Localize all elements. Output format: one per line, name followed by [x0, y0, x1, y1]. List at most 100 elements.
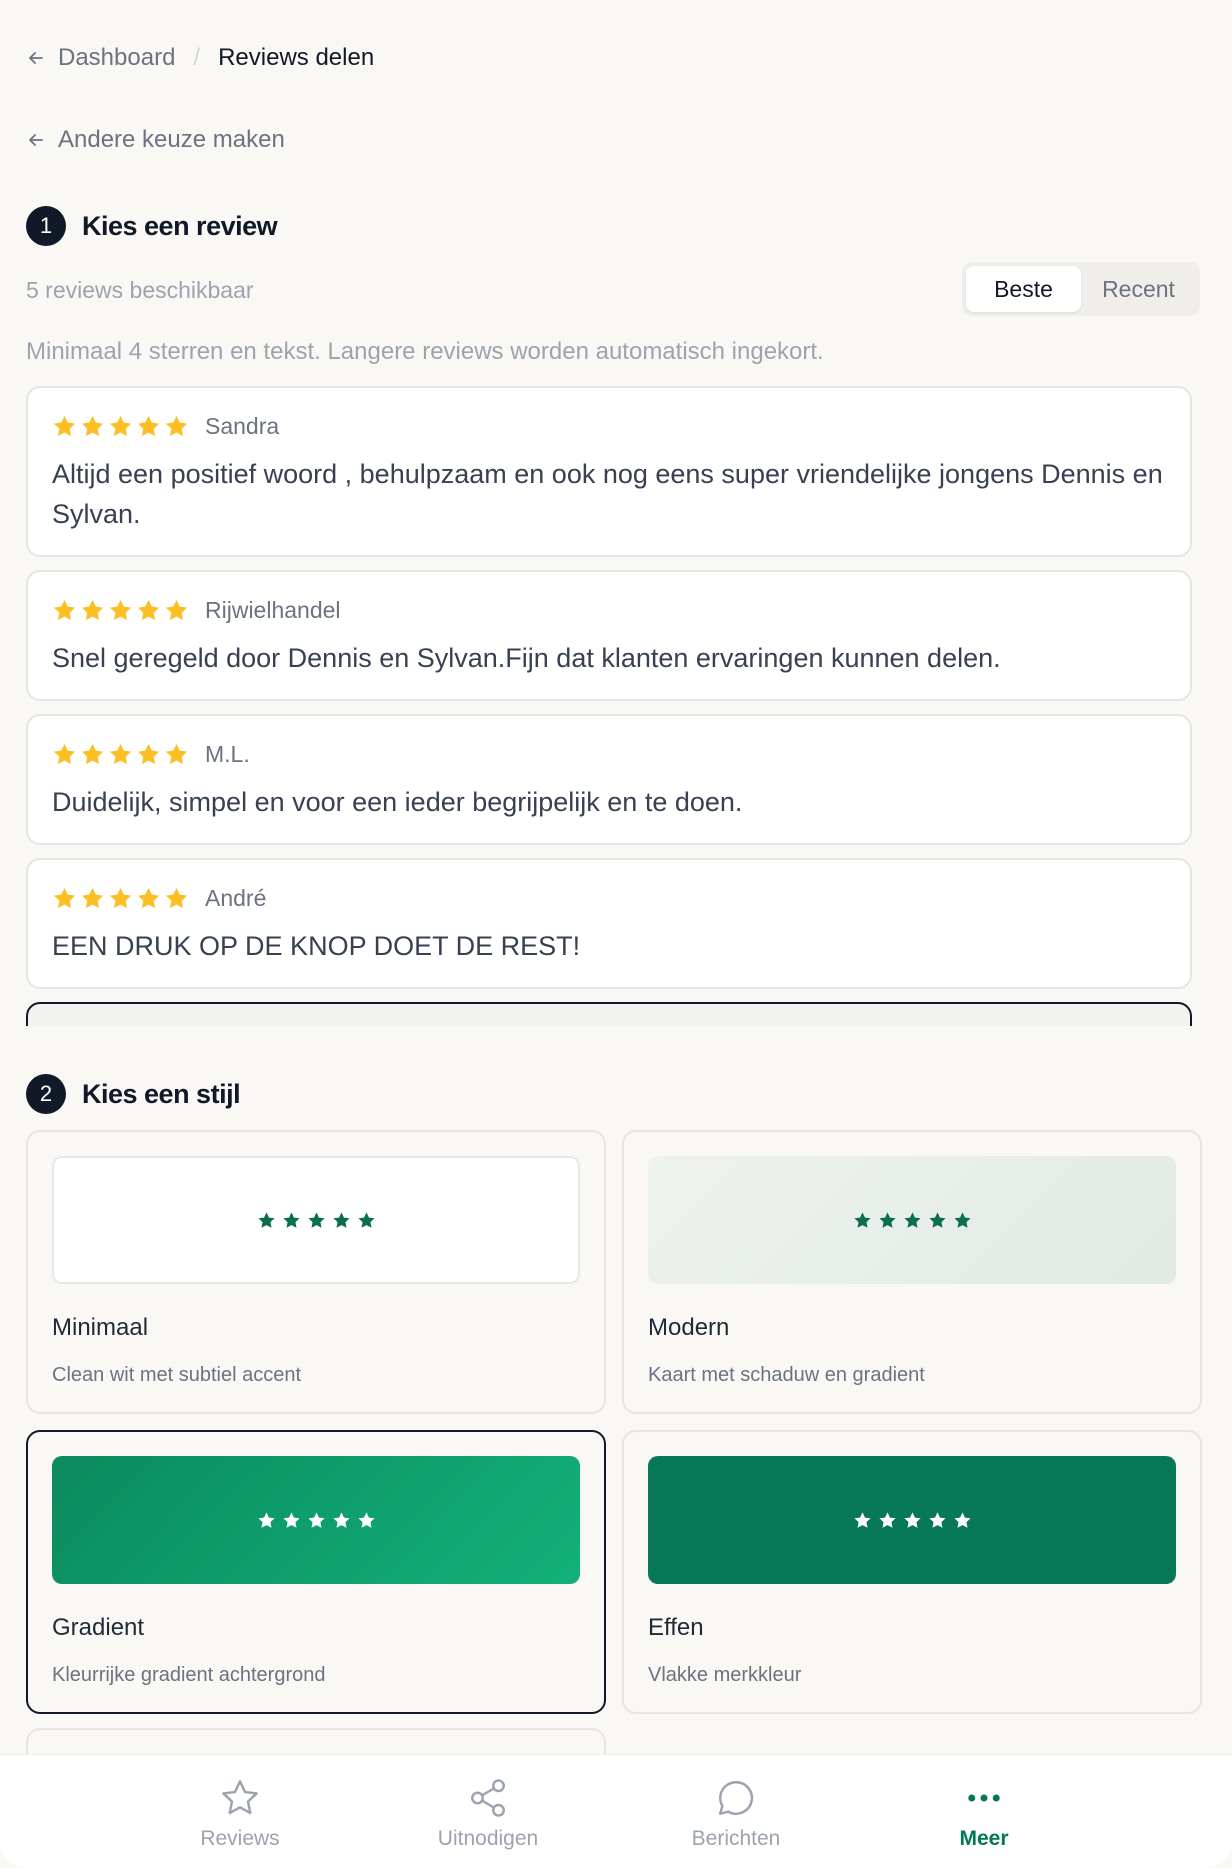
star-icon — [108, 742, 133, 767]
star-icon — [357, 1211, 376, 1230]
review-text: Snel geregeld door Dennis en Sylvan.Fijn… — [52, 643, 1001, 673]
star-icon — [52, 886, 77, 911]
star-icon — [257, 1511, 276, 1530]
style-option-gradient[interactable]: Gradient Kleurrijke gradient achtergrond — [26, 1430, 606, 1714]
star-icon — [80, 414, 105, 439]
style-name: Effen — [648, 1614, 704, 1641]
reviewer-name: Sandra — [205, 412, 280, 439]
reviewer-name: Rijwielhandel — [205, 596, 341, 623]
rating-stars — [52, 742, 189, 767]
reviews-available-count: 5 reviews beschikbaar — [26, 277, 254, 303]
review-criteria-hint: Minimaal 4 sterren en tekst. Langere rev… — [26, 338, 824, 365]
star-icon — [257, 1211, 276, 1230]
star-icon — [80, 598, 105, 623]
style-option-modern[interactable]: Modern Kaart met schaduw en gradient — [622, 1130, 1202, 1414]
chat-icon — [715, 1777, 757, 1819]
breadcrumb-dashboard-link[interactable]: Dashboard — [58, 44, 175, 72]
star-icon — [136, 742, 161, 767]
review-list: Sandra Altijd een positief woord , behul… — [26, 386, 1192, 1026]
star-icon — [136, 886, 161, 911]
reviewer-name: M.L. — [205, 740, 250, 767]
nav-label: Uitnodigen — [437, 1827, 539, 1850]
star-icon — [108, 886, 133, 911]
star-icon — [853, 1511, 872, 1530]
star-icon — [164, 886, 189, 911]
review-card-selected[interactable] — [26, 1002, 1192, 1026]
share-reviews-page: Dashboard / Reviews delen Andere keuze m… — [0, 0, 1232, 1868]
back-choice-link[interactable]: Andere keuze maken — [26, 126, 285, 154]
star-icon — [80, 742, 105, 767]
sort-toggle: Beste Recent — [962, 262, 1200, 316]
star-icon — [878, 1511, 897, 1530]
style-name: Minimaal — [52, 1314, 149, 1341]
style-preview — [52, 1456, 580, 1584]
nav-reviews[interactable]: Reviews — [160, 1755, 320, 1868]
style-option-flat[interactable]: Effen Vlakke merkkleur — [622, 1430, 1202, 1714]
star-icon — [136, 598, 161, 623]
style-preview — [52, 1156, 580, 1284]
nav-label: Meer — [959, 1827, 1009, 1850]
review-text: Altijd een positief woord , behulpzaam e… — [52, 459, 1163, 529]
rating-stars — [52, 598, 189, 623]
star-icon — [164, 414, 189, 439]
star-icon — [108, 414, 133, 439]
star-icon — [928, 1211, 947, 1230]
rating-stars — [52, 414, 189, 439]
star-icon — [307, 1211, 326, 1230]
star-icon — [282, 1511, 301, 1530]
sort-best-button[interactable]: Beste — [966, 266, 1081, 312]
rating-stars — [52, 886, 189, 911]
review-card[interactable]: Rijwielhandel Snel geregeld door Dennis … — [26, 570, 1192, 701]
breadcrumb-current: Reviews delen — [218, 44, 375, 71]
reviewer-name: André — [205, 884, 267, 911]
bottom-navigation: Reviews Uitnodigen Berichten Meer — [0, 1754, 1232, 1868]
star-icon — [164, 742, 189, 767]
more-icon — [963, 1777, 1005, 1819]
star-icon — [80, 886, 105, 911]
star-icon — [52, 598, 77, 623]
step-number-badge: 1 — [26, 206, 66, 246]
style-preview — [648, 1156, 1176, 1284]
star-icon — [953, 1211, 972, 1230]
style-description: Vlakke merkkleur — [648, 1664, 802, 1686]
review-text: Duidelijk, simpel en voor een ieder begr… — [52, 787, 743, 817]
review-text: EEN DRUK OP DE KNOP DOET DE REST! — [52, 931, 581, 961]
step2-heading: 2 Kies een stijl — [26, 1074, 241, 1114]
star-icon — [357, 1511, 376, 1530]
star-icon — [903, 1211, 922, 1230]
star-icon — [307, 1511, 326, 1530]
nav-invite[interactable]: Uitnodigen — [408, 1755, 568, 1868]
star-icon — [332, 1211, 351, 1230]
style-description: Kleurrijke gradient achtergrond — [52, 1664, 326, 1686]
review-card[interactable]: André EEN DRUK OP DE KNOP DOET DE REST! — [26, 858, 1192, 989]
breadcrumb-separator: / — [193, 44, 201, 71]
nav-label: Berichten — [691, 1827, 781, 1850]
star-icon — [282, 1211, 301, 1230]
style-description: Clean wit met subtiel accent — [52, 1364, 302, 1386]
breadcrumb: Dashboard / Reviews delen — [26, 44, 374, 72]
review-card[interactable]: M.L. Duidelijk, simpel en voor een ieder… — [26, 714, 1192, 845]
style-preview — [648, 1456, 1176, 1584]
star-icon — [52, 742, 77, 767]
nav-messages[interactable]: Berichten — [656, 1755, 816, 1868]
star-icon — [52, 414, 77, 439]
step-number-badge: 2 — [26, 1074, 66, 1114]
style-name: Gradient — [52, 1614, 145, 1641]
style-option-minimal[interactable]: Minimaal Clean wit met subtiel accent — [26, 1130, 606, 1414]
arrow-left-icon — [29, 134, 43, 146]
star-icon — [953, 1511, 972, 1530]
star-icon — [332, 1511, 351, 1530]
review-card[interactable]: Sandra Altijd een positief woord , behul… — [26, 386, 1192, 557]
star-icon — [928, 1511, 947, 1530]
star-icon — [903, 1511, 922, 1530]
style-name: Modern — [648, 1314, 730, 1341]
section-title: Kies een stijl — [82, 1078, 241, 1109]
style-description: Kaart met schaduw en gradient — [648, 1364, 925, 1386]
sort-recent-button[interactable]: Recent — [1081, 266, 1196, 312]
nav-more[interactable]: Meer — [904, 1755, 1064, 1868]
arrow-left-icon — [29, 52, 43, 64]
star-icon — [164, 598, 189, 623]
star-icon — [219, 1777, 261, 1819]
star-icon — [108, 598, 133, 623]
nav-label: Reviews — [200, 1827, 280, 1850]
